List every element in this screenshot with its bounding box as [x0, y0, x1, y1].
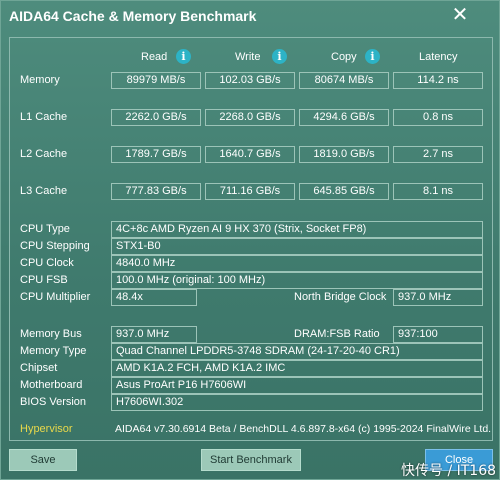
l1-write-value: 2268.0 GB/s — [205, 109, 295, 126]
cpu-fsb-value: 100.0 MHz (original: 100 MHz) — [111, 272, 483, 289]
memory-type-label: Memory Type — [20, 345, 87, 357]
l3-write-value: 711.16 GB/s — [205, 183, 295, 200]
cpu-multiplier-value: 48.4x — [111, 289, 197, 306]
title-bar: AIDA64 Cache & Memory Benchmark ✕ — [1, 1, 500, 33]
north-bridge-clock-label: North Bridge Clock — [294, 291, 387, 303]
cpu-type-value: 4C+8c AMD Ryzen AI 9 HX 370 (Strix, Sock… — [111, 221, 483, 238]
cpu-type-label: CPU Type — [20, 223, 70, 235]
chipset-label: Chipset — [20, 362, 58, 374]
column-header-read: Read — [141, 51, 168, 63]
chipset-value: AMD K1A.2 FCH, AMD K1A.2 IMC — [111, 360, 483, 377]
l3-read-value: 777.83 GB/s — [111, 183, 201, 200]
hypervisor-label: Hypervisor — [20, 423, 73, 435]
motherboard-value: Asus ProArt P16 H7606WI — [111, 377, 483, 394]
memory-bus-value: 937.0 MHz — [111, 326, 197, 343]
l1-latency-value: 0.8 ns — [393, 109, 483, 126]
l3-copy-value: 645.85 GB/s — [299, 183, 389, 200]
cpu-stepping-label: CPU Stepping — [20, 240, 90, 252]
bios-version-label: BIOS Version — [20, 396, 87, 408]
dram-fsb-ratio-value: 937:100 — [393, 326, 483, 343]
l2-latency-value: 2.7 ns — [393, 146, 483, 163]
version-copyright-text: AIDA64 v7.30.6914 Beta / BenchDLL 4.6.89… — [115, 423, 492, 435]
copy-info-icon[interactable]: i — [365, 49, 380, 64]
row-label-l1-cache: L1 Cache — [20, 111, 68, 123]
north-bridge-clock-value: 937.0 MHz — [393, 289, 483, 306]
bios-version-value: H7606WI.302 — [111, 394, 483, 411]
save-button[interactable]: Save — [9, 449, 77, 471]
l1-copy-value: 4294.6 GB/s — [299, 109, 389, 126]
memory-write-value: 102.03 GB/s — [205, 72, 295, 89]
cpu-multiplier-label: CPU Multiplier — [20, 291, 91, 303]
row-label-memory: Memory — [20, 74, 60, 86]
motherboard-label: Motherboard — [20, 379, 83, 391]
l2-copy-value: 1819.0 GB/s — [299, 146, 389, 163]
row-label-l3-cache: L3 Cache — [20, 185, 68, 197]
memory-bus-label: Memory Bus — [20, 328, 82, 340]
dram-fsb-ratio-label: DRAM:FSB Ratio — [294, 328, 380, 340]
memory-type-value: Quad Channel LPDDR5-3748 SDRAM (24-17-20… — [111, 343, 483, 360]
write-info-icon[interactable]: i — [272, 49, 287, 64]
window-title: AIDA64 Cache & Memory Benchmark — [9, 8, 257, 24]
column-header-latency: Latency — [419, 51, 458, 63]
l1-read-value: 2262.0 GB/s — [111, 109, 201, 126]
cpu-stepping-value: STX1-B0 — [111, 238, 483, 255]
cpu-fsb-label: CPU FSB — [20, 274, 68, 286]
watermark-text: 快传号 / IT168 — [401, 463, 497, 479]
read-info-icon[interactable]: i — [176, 49, 191, 64]
start-benchmark-button[interactable]: Start Benchmark — [201, 449, 301, 471]
row-label-l2-cache: L2 Cache — [20, 148, 68, 160]
column-header-write: Write — [235, 51, 261, 63]
benchmark-window: AIDA64 Cache & Memory Benchmark ✕ Read i… — [0, 0, 500, 480]
l2-write-value: 1640.7 GB/s — [205, 146, 295, 163]
close-icon[interactable]: ✕ — [425, 3, 495, 29]
memory-read-value: 89979 MB/s — [111, 72, 201, 89]
memory-latency-value: 114.2 ns — [393, 72, 483, 89]
l2-read-value: 1789.7 GB/s — [111, 146, 201, 163]
l3-latency-value: 8.1 ns — [393, 183, 483, 200]
cpu-clock-value: 4840.0 MHz — [111, 255, 483, 272]
memory-copy-value: 80674 MB/s — [299, 72, 389, 89]
results-panel: Read i Write i Copy i Latency Memory 899… — [9, 37, 493, 441]
cpu-clock-label: CPU Clock — [20, 257, 74, 269]
column-header-copy: Copy — [331, 51, 357, 63]
